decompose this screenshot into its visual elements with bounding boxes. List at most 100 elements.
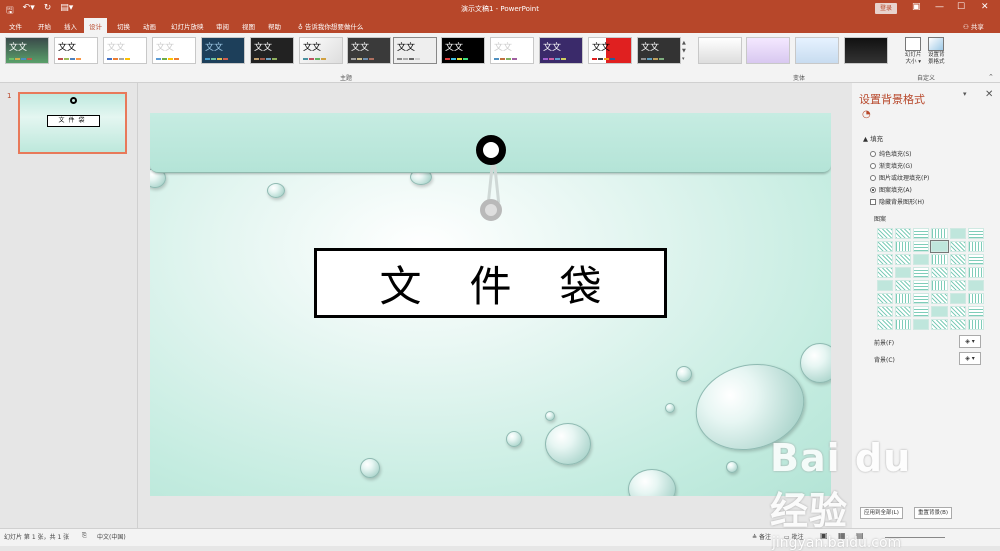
pattern-swatch[interactable] (895, 293, 912, 304)
pattern-fill-radio[interactable]: 图案填充(A) (870, 185, 912, 194)
solid-fill-radio[interactable]: 纯色填充(S) (870, 149, 912, 158)
pattern-swatch[interactable] (931, 267, 948, 278)
pattern-swatch[interactable] (967, 293, 984, 304)
pattern-swatch[interactable] (949, 319, 966, 330)
themes-scroll[interactable]: ▲ ▼ ▾ (682, 39, 686, 63)
pattern-swatch[interactable] (967, 319, 984, 330)
tab-transitions[interactable]: 切换 (117, 21, 130, 31)
tab-slideshow[interactable]: 幻灯片放映 (171, 21, 204, 31)
theme-thumbnail[interactable]: 文文 (5, 37, 49, 64)
pattern-swatch[interactable] (949, 254, 966, 265)
pattern-swatch[interactable] (931, 228, 948, 239)
pattern-swatch[interactable] (895, 306, 912, 317)
variant-thumbnail[interactable] (698, 37, 742, 64)
pattern-swatch[interactable] (931, 254, 948, 265)
theme-thumbnail[interactable]: 文文 (103, 37, 147, 64)
pattern-swatch[interactable] (877, 280, 894, 291)
tab-view[interactable]: 视图 (242, 21, 255, 31)
pattern-swatch[interactable] (949, 306, 966, 317)
pattern-swatch[interactable] (967, 280, 984, 291)
theme-thumbnail[interactable]: 文文 (152, 37, 196, 64)
fill-section-header[interactable]: ▲ 填充 (863, 133, 883, 143)
variant-thumbnail[interactable] (795, 37, 839, 64)
pattern-swatch[interactable] (895, 267, 912, 278)
theme-thumbnail[interactable]: 文文 (637, 37, 681, 64)
pattern-swatch[interactable] (877, 293, 894, 304)
theme-thumbnail[interactable]: 文文 (299, 37, 343, 64)
pattern-swatch[interactable] (913, 241, 930, 252)
pattern-swatch[interactable] (967, 254, 984, 265)
pattern-swatch[interactable] (913, 254, 930, 265)
theme-thumbnail[interactable]: 文文 (347, 37, 391, 64)
pattern-swatch[interactable] (949, 228, 966, 239)
pattern-swatch[interactable] (895, 254, 912, 265)
pattern-swatch[interactable] (895, 280, 912, 291)
pattern-swatch[interactable] (949, 280, 966, 291)
pattern-swatch[interactable] (913, 280, 930, 291)
pattern-swatch[interactable] (967, 241, 984, 252)
pattern-swatch[interactable] (877, 267, 894, 278)
theme-thumbnail[interactable]: 文文 (490, 37, 534, 64)
pattern-swatch[interactable] (895, 319, 912, 330)
theme-thumbnail[interactable]: 文文 (588, 37, 632, 64)
pattern-swatch[interactable] (931, 306, 948, 317)
pattern-swatch[interactable] (877, 241, 894, 252)
pattern-swatch[interactable] (931, 280, 948, 291)
pattern-swatch[interactable] (895, 241, 912, 252)
pattern-swatch[interactable] (877, 254, 894, 265)
pattern-swatch[interactable] (949, 293, 966, 304)
slide-size-button[interactable]: 幻灯片 大小 ▾ (905, 37, 922, 66)
tab-home[interactable]: 开始 (38, 21, 51, 31)
foreground-color-button[interactable]: ◈ ▾ (959, 335, 981, 348)
theme-thumbnail[interactable]: 文文 (54, 37, 98, 64)
format-background-button[interactable]: 设置背 景格式 (928, 37, 945, 66)
minimize-icon[interactable]: — (935, 2, 944, 12)
hide-background-checkbox[interactable]: 隐藏背景图形(H) (870, 197, 924, 206)
share-button[interactable]: ⚇ 共享 (963, 21, 984, 31)
pattern-swatch[interactable] (949, 267, 966, 278)
ribbon-display-icon[interactable]: ▣ (912, 2, 921, 12)
background-color-button[interactable]: ◈ ▾ (959, 352, 981, 365)
paint-bucket-icon[interactable]: ◔ (862, 109, 871, 120)
pattern-swatch[interactable] (913, 293, 930, 304)
notes-button[interactable]: ≜ 备注 (752, 532, 771, 541)
close-icon[interactable]: ✕ (981, 2, 989, 12)
pane-close-icon[interactable]: ✕ (985, 89, 993, 100)
theme-thumbnail[interactable]: 文文 (250, 37, 294, 64)
tab-file[interactable]: 文件 (9, 21, 22, 31)
variant-thumbnail[interactable] (844, 37, 888, 64)
pattern-swatch[interactable] (877, 306, 894, 317)
tab-review[interactable]: 审阅 (216, 21, 229, 31)
slide-canvas[interactable]: 文件袋 (150, 113, 831, 496)
variant-thumbnail[interactable] (746, 37, 790, 64)
pattern-swatch[interactable] (967, 228, 984, 239)
pane-options-icon[interactable]: ▾ (963, 90, 967, 98)
tab-animations[interactable]: 动画 (143, 21, 156, 31)
pattern-swatch[interactable] (877, 228, 894, 239)
pattern-swatch[interactable] (913, 228, 930, 239)
pattern-swatch[interactable] (949, 241, 966, 252)
pattern-swatch[interactable] (895, 228, 912, 239)
tab-insert[interactable]: 插入 (64, 21, 77, 31)
collapse-ribbon-icon[interactable]: ⌃ (988, 73, 994, 81)
slide-thumbnail[interactable]: 文件袋 (18, 92, 127, 154)
pattern-swatch-selected[interactable] (930, 240, 949, 253)
login-button[interactable]: 登录 (875, 3, 897, 14)
language-indicator[interactable]: 中文(中国) (97, 532, 126, 541)
pattern-swatch[interactable] (967, 306, 984, 317)
tab-design[interactable]: 设计 (84, 18, 107, 33)
theme-thumbnail[interactable]: 文文 (441, 37, 485, 64)
slide-title-box[interactable]: 文件袋 (314, 248, 667, 318)
pattern-swatch[interactable] (913, 319, 930, 330)
pattern-swatch[interactable] (877, 319, 894, 330)
pattern-swatch[interactable] (967, 267, 984, 278)
pattern-swatch[interactable] (913, 306, 930, 317)
spellcheck-icon[interactable]: ⎘ (82, 532, 87, 540)
gradient-fill-radio[interactable]: 渐变填充(G) (870, 161, 912, 170)
tell-me-search[interactable]: ♁ 告诉我你想要做什么 (298, 21, 363, 31)
pattern-swatch[interactable] (931, 293, 948, 304)
maximize-icon[interactable]: ☐ (957, 2, 965, 12)
tab-help[interactable]: 帮助 (268, 21, 281, 31)
theme-thumbnail[interactable]: 文文 (393, 37, 437, 64)
theme-thumbnail[interactable]: 文文 (201, 37, 245, 64)
